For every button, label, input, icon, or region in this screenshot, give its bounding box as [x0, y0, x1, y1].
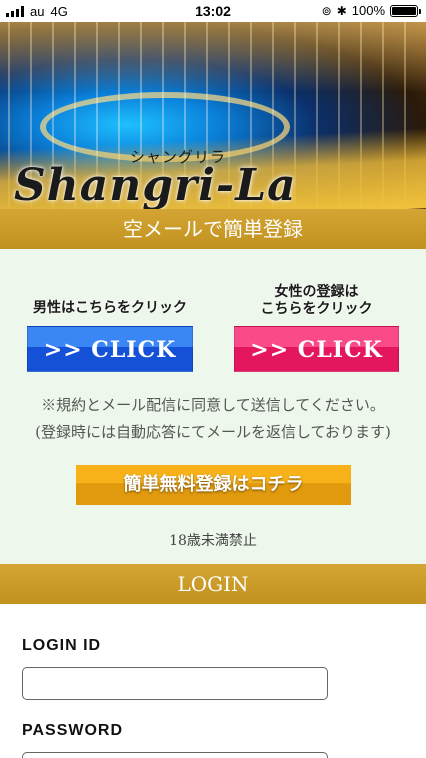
bluetooth-icon: ✱ [336, 3, 347, 18]
female-click-label-2: こちらをクリック [260, 301, 373, 317]
male-click-label: 男性はこちらをクリック [33, 300, 187, 316]
login-id-input[interactable] [22, 667, 328, 700]
login-header: LOGIN [0, 564, 426, 604]
hero-banner: シャングリラ Shangri-La [0, 22, 426, 209]
battery-percent: 100% [351, 3, 385, 18]
female-click-label-1: 女性の登録は [274, 284, 359, 300]
female-click-button[interactable]: >> CLICK [234, 326, 399, 372]
age-restriction-note: 18歳未満禁止 [169, 533, 257, 549]
logo-title: Shangri-La [14, 160, 297, 209]
orientation-lock-icon: ⊚ [321, 3, 332, 18]
male-click-button[interactable]: >> CLICK [27, 326, 193, 372]
status-right: ⊚ ✱ 100% [321, 3, 421, 18]
register-header: 空メールで簡単登録 [0, 209, 426, 249]
password-label: PASSWORD [22, 722, 124, 739]
login-id-label: LOGIN ID [22, 637, 102, 654]
free-register-button[interactable]: 簡単無料登録はコチラ [76, 465, 351, 505]
status-bar: au 4G 13:02 ⊚ ✱ 100% [0, 0, 426, 22]
login-form: LOGIN ID PASSWORD [0, 604, 426, 758]
password-input[interactable] [22, 752, 328, 758]
auto-reply-notice: (登録時には自動応答にてメールを返信しております) [35, 423, 391, 441]
battery-fill [392, 6, 416, 15]
battery-icon [390, 4, 421, 17]
consent-notice: ※規約とメール配信に同意して送信してください。 [41, 396, 385, 414]
